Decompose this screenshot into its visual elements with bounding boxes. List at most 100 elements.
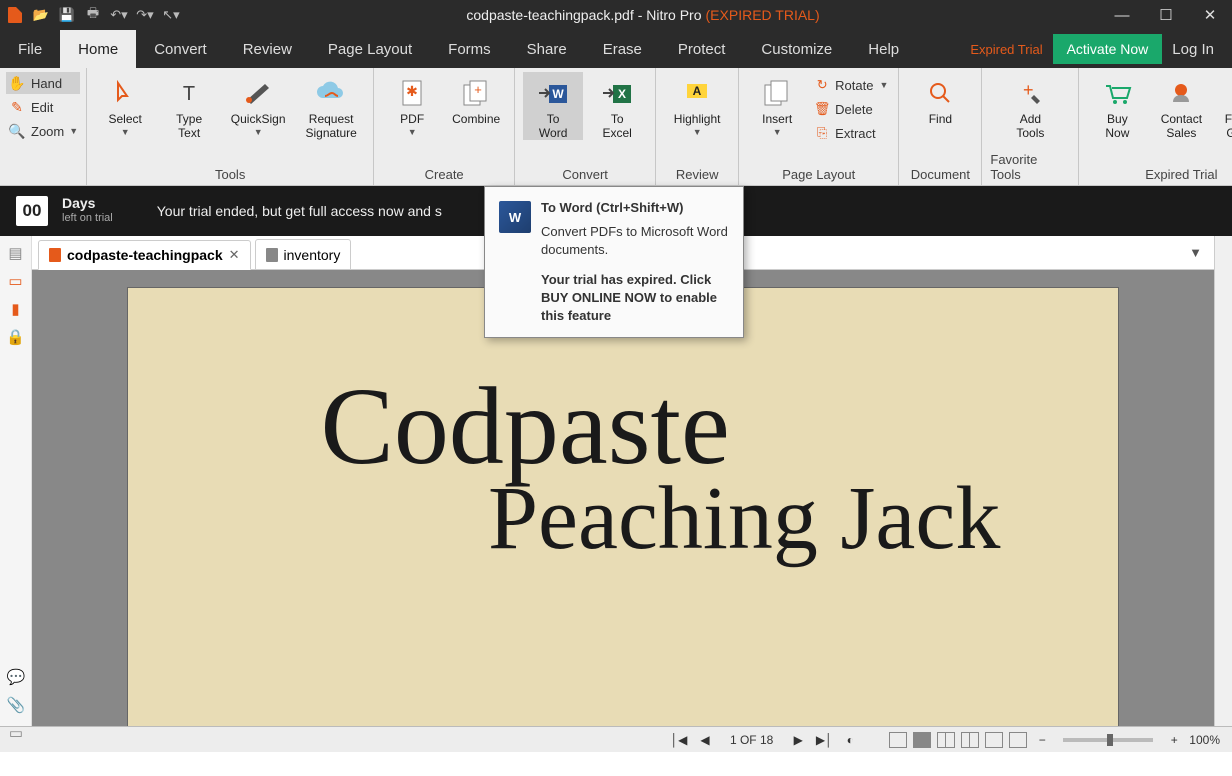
- ribbon-group-document: Find Document: [899, 68, 982, 185]
- quicksign-button[interactable]: QuickSign▼: [223, 72, 293, 137]
- view-facing-icon[interactable]: [937, 732, 955, 748]
- ribbon-group-expired-trial: BuyNow ContactSales FeatureGuides Expire…: [1079, 68, 1232, 185]
- view-fullscreen-icon[interactable]: [985, 732, 1003, 748]
- delete-button[interactable]: 🗑Delete: [811, 98, 890, 120]
- menu-review[interactable]: Review: [225, 30, 310, 68]
- to-excel-button[interactable]: XToExcel: [587, 72, 647, 140]
- menu-help[interactable]: Help: [850, 30, 917, 68]
- menu-erase[interactable]: Erase: [585, 30, 660, 68]
- zoom-slider[interactable]: [1063, 738, 1153, 742]
- minimize-button[interactable]: —: [1100, 0, 1144, 30]
- zoom-level: 100%: [1189, 733, 1220, 747]
- app-icon: [6, 6, 24, 24]
- undo-icon[interactable]: ↶▾: [110, 6, 128, 24]
- last-page-button[interactable]: ▶│: [815, 733, 833, 747]
- redo-icon[interactable]: ↷▾: [136, 6, 154, 24]
- document-viewport[interactable]: Codpaste Peaching Jack: [32, 270, 1214, 726]
- layers-panel-icon[interactable]: ▮: [7, 300, 25, 318]
- menu-customize[interactable]: Customize: [743, 30, 850, 68]
- view-continuous-icon[interactable]: [913, 732, 931, 748]
- menu-protect[interactable]: Protect: [660, 30, 744, 68]
- buy-now-button[interactable]: BuyNow: [1087, 72, 1147, 140]
- tab-inventory[interactable]: inventory: [255, 239, 352, 269]
- request-signature-button[interactable]: RequestSignature: [297, 72, 365, 140]
- type-text-icon: T: [172, 76, 206, 110]
- vertical-scrollbar[interactable]: [1214, 236, 1232, 726]
- zoom-tool[interactable]: 🔍Zoom▼: [6, 120, 80, 142]
- hand-tool[interactable]: ✋Hand: [6, 72, 80, 94]
- combine-button[interactable]: +Combine: [446, 72, 506, 126]
- open-icon[interactable]: 📂: [32, 6, 50, 24]
- maximize-button[interactable]: ☐: [1144, 0, 1188, 30]
- hand-icon: ✋: [8, 75, 26, 92]
- edit-tool[interactable]: ✎Edit: [6, 96, 80, 118]
- insert-button[interactable]: Insert▼: [747, 72, 807, 137]
- quicksign-icon: [241, 76, 275, 110]
- view-facing-cont-icon[interactable]: [961, 732, 979, 748]
- add-tools-button[interactable]: +AddTools: [990, 72, 1070, 140]
- ribbon-mini-column: ✋Hand ✎Edit 🔍Zoom▼: [0, 68, 87, 185]
- zoom-in-button[interactable]: +: [1165, 733, 1183, 747]
- save-icon[interactable]: 💾: [58, 6, 76, 24]
- activate-now-button[interactable]: Activate Now: [1053, 34, 1163, 64]
- to-word-button[interactable]: WToWord: [523, 72, 583, 140]
- zoom-out-button[interactable]: −: [1033, 733, 1051, 747]
- extract-button[interactable]: ⎘Extract: [811, 122, 890, 144]
- svg-text:✱: ✱: [406, 83, 418, 99]
- menu-forms[interactable]: Forms: [430, 30, 509, 68]
- pdf-page: Codpaste Peaching Jack: [128, 288, 1118, 726]
- rotate-button[interactable]: ↻Rotate▼: [811, 74, 890, 96]
- select-button[interactable]: Select▼: [95, 72, 155, 137]
- find-button[interactable]: Find: [907, 72, 973, 126]
- svg-text:+: +: [474, 82, 482, 97]
- menu-share[interactable]: Share: [509, 30, 585, 68]
- first-page-button[interactable]: │◀: [670, 733, 688, 747]
- comments-icon[interactable]: 💬: [7, 668, 25, 686]
- menu-page-layout[interactable]: Page Layout: [310, 30, 430, 68]
- login-link[interactable]: Log In: [1172, 41, 1214, 58]
- signatures-icon[interactable]: ▭: [7, 724, 25, 742]
- ribbon-group-convert: WToWord XToExcel Convert: [515, 68, 656, 185]
- ribbon: ✋Hand ✎Edit 🔍Zoom▼ Select▼ TTypeText Qui…: [0, 68, 1232, 186]
- close-tab-icon[interactable]: ✕: [229, 247, 240, 263]
- quick-access-toolbar: 📂 💾 🖶 ↶▾ ↷▾ ↖▾: [0, 6, 186, 24]
- menu-bar: File Home Convert Review Page Layout For…: [0, 30, 1232, 68]
- pages-panel-icon[interactable]: ▤: [7, 244, 25, 262]
- headset-icon: [1164, 76, 1198, 110]
- security-panel-icon[interactable]: 🔒: [7, 328, 25, 346]
- expired-trial-link[interactable]: Expired Trial: [970, 42, 1042, 57]
- tab-dropdown-icon[interactable]: ▼: [1189, 245, 1202, 260]
- menu-convert[interactable]: Convert: [136, 30, 225, 68]
- nav-extra-button[interactable]: ◐: [841, 733, 859, 747]
- pdf-create-icon: ✱: [395, 76, 429, 110]
- tab-codpaste[interactable]: codpaste-teachingpack ✕: [38, 240, 251, 270]
- contact-sales-button[interactable]: ContactSales: [1151, 72, 1211, 140]
- type-text-button[interactable]: TTypeText: [159, 72, 219, 140]
- extract-icon: ⎘: [813, 125, 831, 141]
- tooltip-desc: Convert PDFs to Microsoft Word documents…: [541, 223, 729, 259]
- feature-guides-button[interactable]: FeatureGuides: [1215, 72, 1232, 140]
- menu-home[interactable]: Home: [60, 30, 136, 68]
- view-single-icon[interactable]: [889, 732, 907, 748]
- print-icon[interactable]: 🖶: [84, 6, 102, 24]
- ribbon-group-tools: Select▼ TTypeText QuickSign▼ RequestSign…: [87, 68, 374, 185]
- ribbon-group-page-layout: Insert▼ ↻Rotate▼ 🗑Delete ⎘Extract Page L…: [739, 68, 899, 185]
- zoom-icon: 🔍: [8, 123, 26, 140]
- close-button[interactable]: ✕: [1188, 0, 1232, 30]
- pdf-button[interactable]: ✱PDF▼: [382, 72, 442, 137]
- cloud-signature-icon: [314, 76, 348, 110]
- trial-days-counter: 00: [16, 196, 48, 226]
- attachments-icon[interactable]: 📎: [7, 696, 25, 714]
- bookmarks-panel-icon[interactable]: ▭: [7, 272, 25, 290]
- svg-text:T: T: [183, 83, 195, 105]
- pointer-icon[interactable]: ↖▾: [162, 6, 180, 24]
- prev-page-button[interactable]: ◀: [696, 733, 714, 747]
- tooltip-title: To Word (Ctrl+Shift+W): [541, 199, 729, 217]
- next-page-button[interactable]: ▶: [789, 733, 807, 747]
- status-bar: │◀ ◀ 1 OF 18 ▶ ▶│ ◐ − + 100%: [0, 726, 1232, 752]
- to-word-icon: W: [536, 76, 570, 110]
- highlight-button[interactable]: AHighlight▼: [664, 72, 730, 137]
- menu-file[interactable]: File: [0, 30, 60, 68]
- trial-message: Your trial ended, but get full access no…: [157, 203, 442, 219]
- view-thumbnails-icon[interactable]: [1009, 732, 1027, 748]
